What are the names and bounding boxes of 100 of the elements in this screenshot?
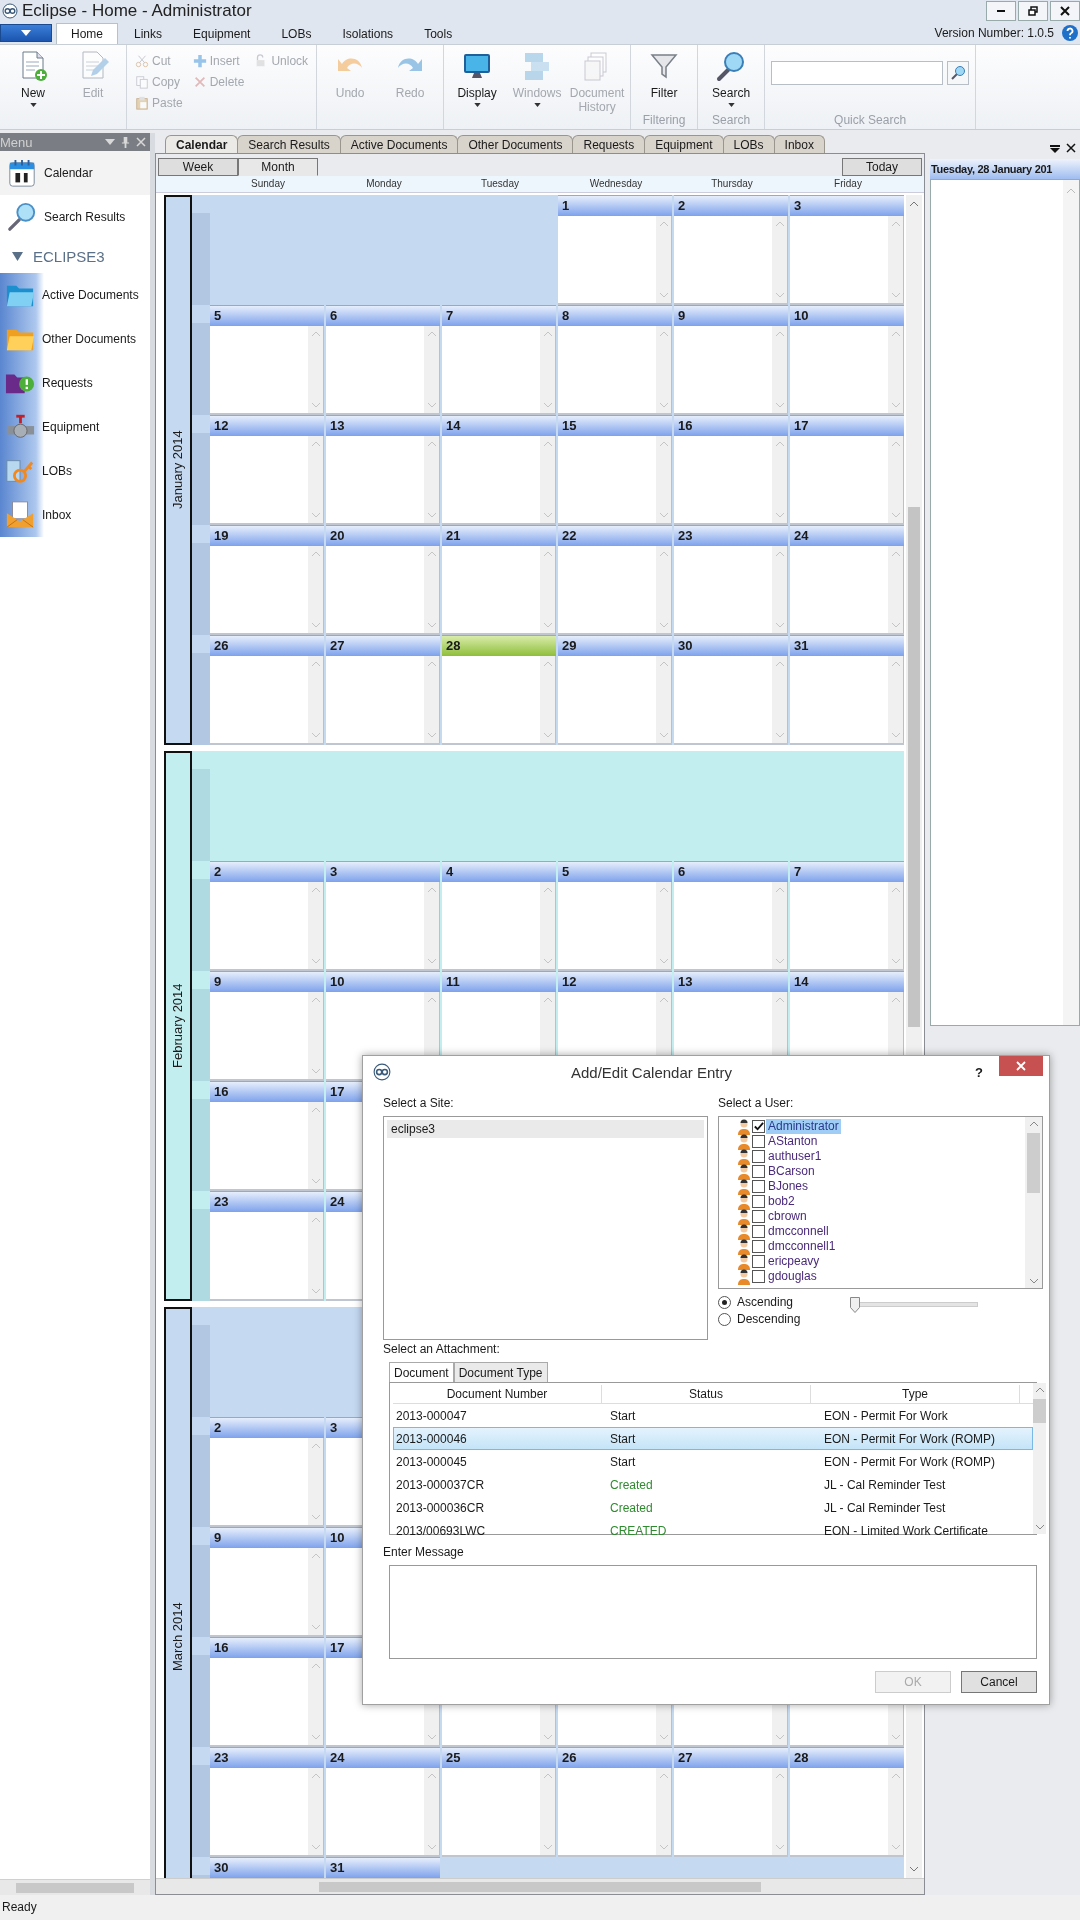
date-header[interactable]: 30	[210, 1857, 324, 1878]
menu-item[interactable]: Search Results	[0, 195, 150, 239]
date-header[interactable]: 9	[210, 1527, 324, 1548]
table-row[interactable]: 2013-000045 Start EON - Permit For Work (ROMP)	[393, 1450, 1033, 1473]
column-header[interactable]: Document Number	[393, 1385, 602, 1403]
day-cell[interactable]	[210, 1438, 324, 1525]
workspace-tab[interactable]: Calendar	[165, 135, 239, 153]
day-cell[interactable]	[210, 1102, 324, 1189]
workspace-tab[interactable]: LOBs	[722, 135, 775, 153]
date-header[interactable]: 23	[210, 1747, 324, 1768]
chevron-down-icon[interactable]	[1034, 1524, 1045, 1530]
scrollbar[interactable]	[156, 1878, 924, 1894]
date-header[interactable]: 27	[326, 635, 440, 656]
date-header[interactable]: 13	[674, 971, 788, 992]
date-header[interactable]: 30	[674, 635, 788, 656]
user-name[interactable]: authuser1	[766, 1149, 824, 1164]
radio-option[interactable]: Ascending	[718, 1295, 801, 1309]
day-cell[interactable]	[674, 326, 788, 413]
date-header[interactable]: 24	[790, 525, 904, 546]
day-cell[interactable]	[210, 882, 324, 969]
checkbox[interactable]	[752, 1180, 765, 1193]
ribbon-tab[interactable]: Home	[56, 23, 118, 44]
day-cell[interactable]	[674, 1768, 788, 1855]
date-header[interactable]: 9	[674, 305, 788, 326]
checkbox[interactable]	[752, 1135, 765, 1148]
close-icon[interactable]	[1066, 143, 1076, 153]
checkbox[interactable]	[752, 1150, 765, 1163]
date-header[interactable]: 13	[326, 415, 440, 436]
chevron-down-icon[interactable]	[1028, 1278, 1039, 1284]
user-name[interactable]: Administrator	[766, 1119, 841, 1134]
day-cell[interactable]	[326, 546, 440, 633]
scroll-thumb[interactable]	[1033, 1399, 1046, 1423]
ribbon-tab[interactable]: Links	[119, 23, 178, 44]
slider-thumb[interactable]	[850, 1297, 861, 1313]
date-header[interactable]: 29	[558, 635, 672, 656]
day-cell[interactable]	[210, 1768, 324, 1855]
date-header[interactable]: 28	[442, 635, 556, 656]
ribbon-button[interactable]: Filter	[637, 49, 692, 101]
ribbon-tab[interactable]: Equipment	[178, 23, 266, 44]
date-header[interactable]: 5	[558, 861, 672, 882]
date-header[interactable]: 26	[558, 1747, 672, 1768]
day-cell[interactable]	[326, 436, 440, 523]
day-cell[interactable]	[674, 656, 788, 743]
ribbon-tab[interactable]: Isolations	[327, 23, 409, 44]
date-header[interactable]: 14	[442, 415, 556, 436]
date-header[interactable]: 8	[558, 305, 672, 326]
scrollbar[interactable]	[1033, 1383, 1046, 1534]
scroll-thumb[interactable]	[319, 1881, 761, 1892]
day-cell[interactable]	[674, 216, 788, 303]
date-header[interactable]: 26	[210, 635, 324, 656]
ribbon-button[interactable]: New	[6, 49, 60, 108]
workspace-tab[interactable]: Other Documents	[457, 135, 574, 153]
help-icon[interactable]	[1062, 25, 1078, 41]
day-cell[interactable]	[442, 1768, 556, 1855]
date-header[interactable]: 23	[210, 1191, 324, 1212]
date-header[interactable]: 25	[442, 1747, 556, 1768]
user-name[interactable]: BJones	[766, 1179, 811, 1194]
pin-icon[interactable]	[121, 136, 130, 148]
checkbox[interactable]	[752, 1120, 765, 1133]
date-header[interactable]: 5	[210, 305, 324, 326]
day-cell[interactable]	[210, 656, 324, 743]
day-cell[interactable]	[442, 546, 556, 633]
ribbon-button[interactable]: Search	[704, 49, 759, 108]
user-name[interactable]: bob2	[766, 1194, 797, 1209]
search-button[interactable]	[947, 61, 970, 85]
user-name[interactable]: cbrown	[766, 1209, 809, 1224]
today-button[interactable]: Today	[842, 158, 922, 176]
quick-search-field[interactable]	[771, 61, 944, 85]
date-header[interactable]: 22	[558, 525, 672, 546]
user-name[interactable]: dmcconnell	[766, 1224, 831, 1239]
checkbox[interactable]	[752, 1210, 765, 1223]
date-header[interactable]: 7	[790, 861, 904, 882]
day-cell[interactable]	[558, 882, 672, 969]
scroll-thumb[interactable]	[908, 507, 920, 1027]
checkbox[interactable]	[752, 1225, 765, 1238]
date-header[interactable]: 1	[558, 195, 672, 216]
date-header[interactable]: 17	[790, 415, 904, 436]
column-header[interactable]: Status	[602, 1385, 811, 1403]
day-cell[interactable]	[558, 326, 672, 413]
date-header[interactable]: 6	[326, 305, 440, 326]
day-cell[interactable]	[558, 436, 672, 523]
slider[interactable]	[850, 1297, 979, 1313]
day-cell[interactable]	[790, 656, 904, 743]
checkbox[interactable]	[752, 1195, 765, 1208]
day-cell[interactable]	[210, 1658, 324, 1745]
message-field[interactable]	[389, 1565, 1037, 1659]
date-header[interactable]: 6	[674, 861, 788, 882]
date-header[interactable]: 4	[442, 861, 556, 882]
user-name[interactable]: gdouglas	[766, 1269, 819, 1284]
ribbon-tab[interactable]: Tools	[409, 23, 468, 44]
checkbox[interactable]	[752, 1270, 765, 1283]
table-row[interactable]: 2013-000046 Start EON - Permit For Work (ROMP)	[393, 1427, 1033, 1450]
date-header[interactable]: 10	[790, 305, 904, 326]
help-button[interactable]: ?	[969, 1063, 989, 1081]
day-cell[interactable]	[210, 326, 324, 413]
day-cell[interactable]	[326, 326, 440, 413]
date-header[interactable]: 16	[674, 415, 788, 436]
date-header[interactable]: 28	[790, 1747, 904, 1768]
date-header[interactable]: 12	[210, 415, 324, 436]
day-cell[interactable]	[326, 882, 440, 969]
